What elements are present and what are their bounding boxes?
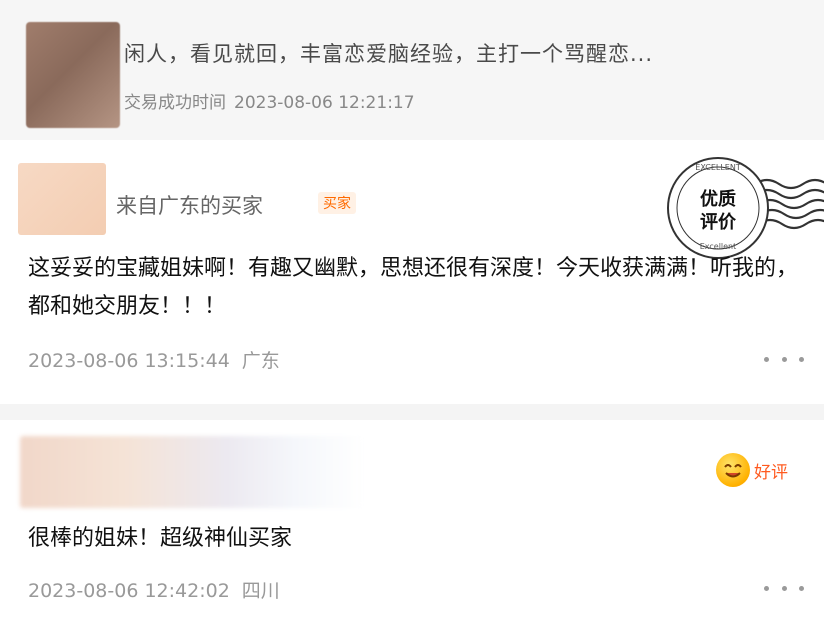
more-dot-icon (781, 585, 787, 591)
reviewer-avatar[interactable] (18, 163, 106, 235)
product-title: 闲人，看见就回，丰富恋爱脑经验，主打一个骂醒恋... (124, 42, 654, 66)
more-dot-icon (781, 356, 787, 362)
smiley-face-icon (716, 453, 750, 487)
review-time: 2023-08-06 12:42:02 (28, 580, 230, 602)
more-options-button[interactable] (764, 577, 804, 599)
review-text: 很棒的姐妹！超级神仙买家 (28, 526, 293, 551)
transaction-time-value: 2023-08-06 12:21:17 (234, 93, 415, 113)
review-time: 2023-08-06 13:15:44 (28, 350, 230, 372)
review-text: 这妥妥的宝藏姐妹啊！有趣又幽默，思想还很有深度！今天收获满满！听我的，都和她交朋… (28, 256, 799, 319)
good-review-badge: 好评 (716, 452, 788, 488)
buyer-badge: 买家 (318, 192, 356, 214)
transaction-time-label: 交易成功时间 (124, 93, 226, 113)
review-meta: 2023-08-06 13:15:44 广东 (28, 346, 280, 373)
more-options-button[interactable] (764, 348, 804, 370)
order-product-header[interactable]: 闲人，看见就回，丰富恋爱脑经验，主打一个骂醒恋... 交易成功时间 2023-08… (0, 0, 824, 140)
reviewer-name: 来自广东的买家 (116, 194, 263, 218)
more-dot-icon (799, 585, 804, 591)
svg-text:评价: 评价 (700, 212, 737, 233)
transaction-time: 交易成功时间 2023-08-06 12:21:17 (124, 88, 415, 113)
good-review-label: 好评 (754, 462, 788, 483)
svg-text:优质: 优质 (700, 188, 736, 210)
more-dot-icon (799, 356, 804, 362)
svg-text:EXCELLENT: EXCELLENT (695, 163, 741, 172)
review-location: 四川 (241, 580, 280, 602)
more-dot-icon (764, 356, 769, 362)
product-thumbnail[interactable] (26, 22, 120, 128)
more-dot-icon (764, 585, 769, 591)
review-location: 广东 (241, 350, 280, 372)
section-divider (0, 404, 824, 420)
review-meta: 2023-08-06 12:42:02 四川 (28, 576, 280, 603)
reviewer-avatar-blurred[interactable] (20, 436, 364, 508)
